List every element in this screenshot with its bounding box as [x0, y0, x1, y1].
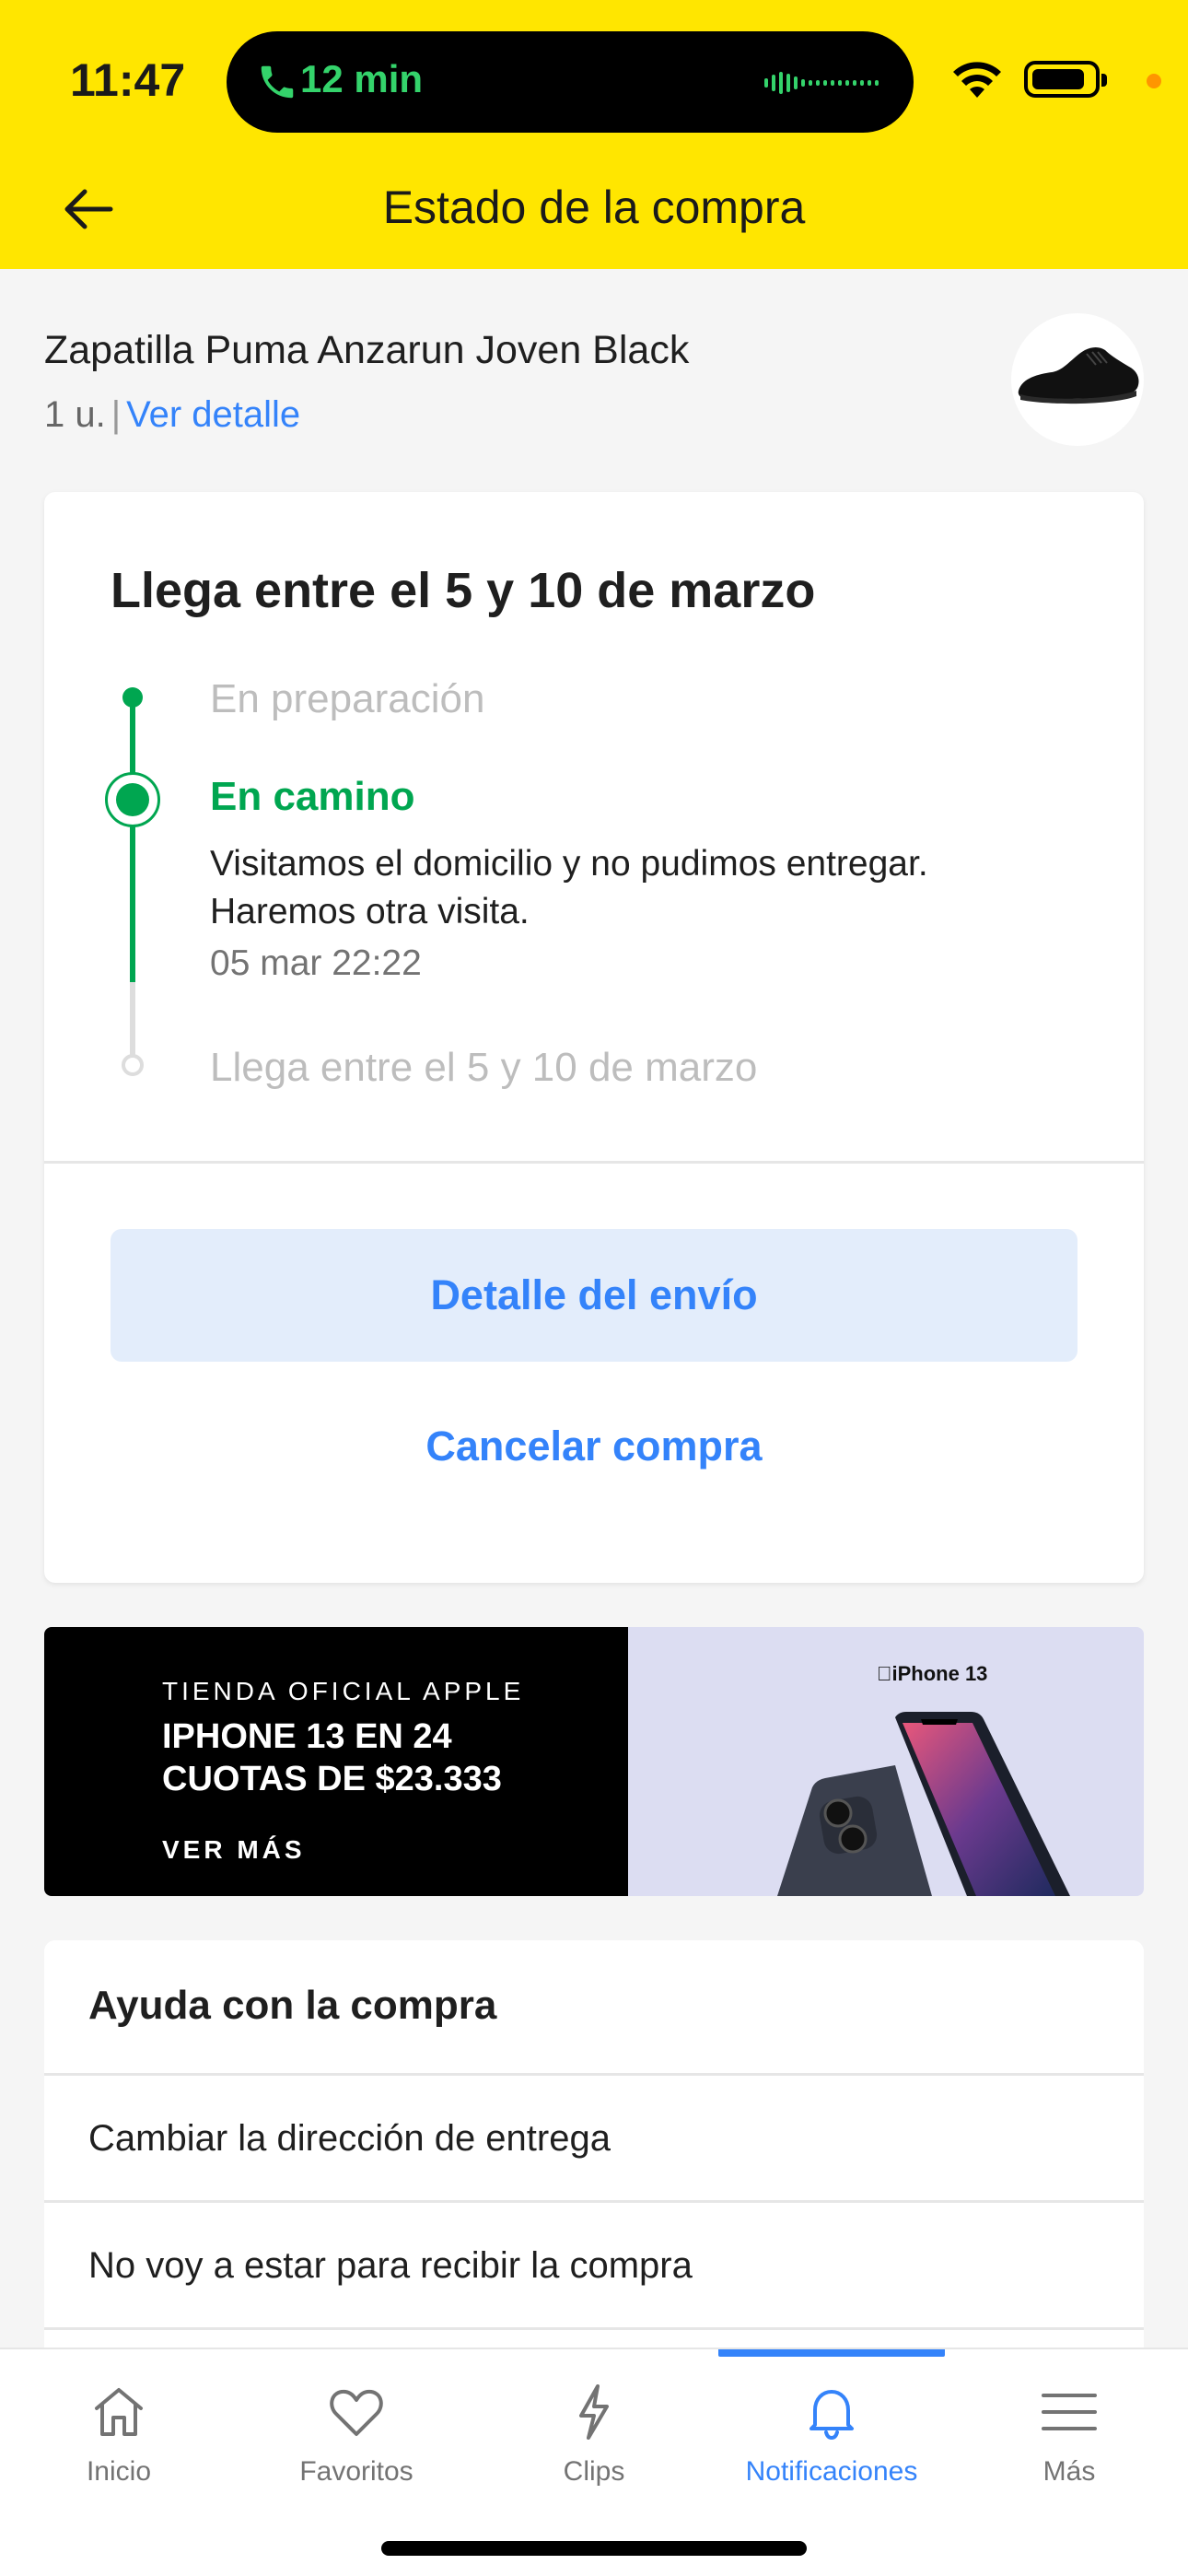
tab-label: Favoritos [299, 2456, 413, 2487]
banner-image-panel: iPhone 13 [628, 1627, 1144, 1896]
tab-inicio[interactable]: Inicio [0, 2379, 238, 2517]
app-header: 11:47 12 min Estado de la compra [0, 0, 1188, 269]
step-label-preparation: En preparación [210, 676, 485, 721]
lightning-icon [579, 2384, 609, 2440]
card-divider [44, 1161, 1144, 1164]
page-title: Estado de la compra [382, 181, 806, 233]
tab-favoritos[interactable]: Favoritos [238, 2379, 475, 2517]
step-label-on-the-way: En camino [210, 774, 415, 819]
call-duration: 12 min [300, 57, 424, 100]
phone-call-icon [261, 65, 294, 99]
bell-icon [809, 2390, 854, 2441]
arrival-title: Llega entre el 5 y 10 de marzo [111, 563, 816, 618]
home-icon [95, 2388, 143, 2436]
tab-mas[interactable]: Más [950, 2379, 1188, 2517]
help-title: Ayuda con la compra [88, 1983, 497, 2028]
meta-separator: | [111, 394, 122, 435]
home-indicator[interactable] [381, 2541, 807, 2556]
banner-cta[interactable]: VER MÁS [162, 1835, 306, 1865]
step-timestamp: 05 mar 22:22 [210, 943, 422, 983]
help-item-label: Cambiar la dirección de entrega [88, 2118, 611, 2159]
sneaker-image [1018, 347, 1139, 404]
iphone-image [777, 1712, 1070, 1896]
product-thumbnail[interactable] [1011, 313, 1144, 446]
product-quantity: 1 u. [44, 394, 106, 435]
battery-icon [1024, 61, 1107, 98]
cancel-purchase-button[interactable]: Cancelar compra [44, 1423, 1144, 1470]
tab-label: Notificaciones [745, 2456, 918, 2487]
banner-headline: IPHONE 13 EN 24 CUOTAS DE $23.333 [162, 1717, 502, 1798]
dynamic-island[interactable]: 12 min [227, 31, 914, 133]
banner-eyebrow: TIENDA OFICIAL APPLE [162, 1677, 525, 1705]
help-item-label: No voy a estar para recibir la compra [88, 2245, 693, 2286]
status-time: 11:47 [70, 54, 186, 106]
banner-text-panel: TIENDA OFICIAL APPLE IPHONE 13 EN 24 CUO… [44, 1627, 628, 1896]
step-label-arrival: Llega entre el 5 y 10 de marzo [210, 1045, 758, 1090]
view-detail-link[interactable]: Ver detalle [126, 394, 300, 435]
mic-indicator-dot [1147, 74, 1161, 88]
tab-label: Más [1042, 2456, 1096, 2487]
help-item-change-address[interactable]: Cambiar la dirección de entrega [44, 2073, 1144, 2200]
step-done-dot [122, 687, 143, 708]
tab-label: Clips [563, 2456, 625, 2487]
product-meta: 1 u. | Ver detalle [44, 394, 300, 436]
tab-notificaciones[interactable]: Notificaciones [713, 2379, 950, 2517]
heart-icon [330, 2389, 383, 2436]
active-tab-indicator [718, 2349, 945, 2357]
shipping-detail-button[interactable]: Detalle del envío [111, 1229, 1077, 1362]
shipment-status-card: Llega entre el 5 y 10 de marzo En prepar… [44, 492, 1144, 1583]
help-item-not-home[interactable]: No voy a estar para recibir la compra [44, 2200, 1144, 2327]
promo-banner[interactable]: TIENDA OFICIAL APPLE IPHONE 13 EN 24 CUO… [44, 1627, 1144, 1896]
timeline-progress-line [130, 700, 135, 982]
tab-label: Inicio [86, 2456, 152, 2487]
wifi-icon [953, 62, 1001, 98]
product-name: Zapatilla Puma Anzarun Joven Black [44, 328, 690, 372]
step-current-dot [105, 772, 160, 827]
menu-icon [1042, 2394, 1097, 2430]
purchase-help-section: Ayuda con la compra Cambiar la dirección… [44, 1940, 1144, 2355]
step-description: Visitamos el domicilio y no pudimos entr… [210, 844, 928, 931]
step-pending-dot [122, 1054, 144, 1076]
tab-clips[interactable]: Clips [475, 2379, 713, 2517]
audio-wave-icon [764, 72, 879, 94]
apple-logo-label: iPhone 13 [877, 1662, 987, 1685]
